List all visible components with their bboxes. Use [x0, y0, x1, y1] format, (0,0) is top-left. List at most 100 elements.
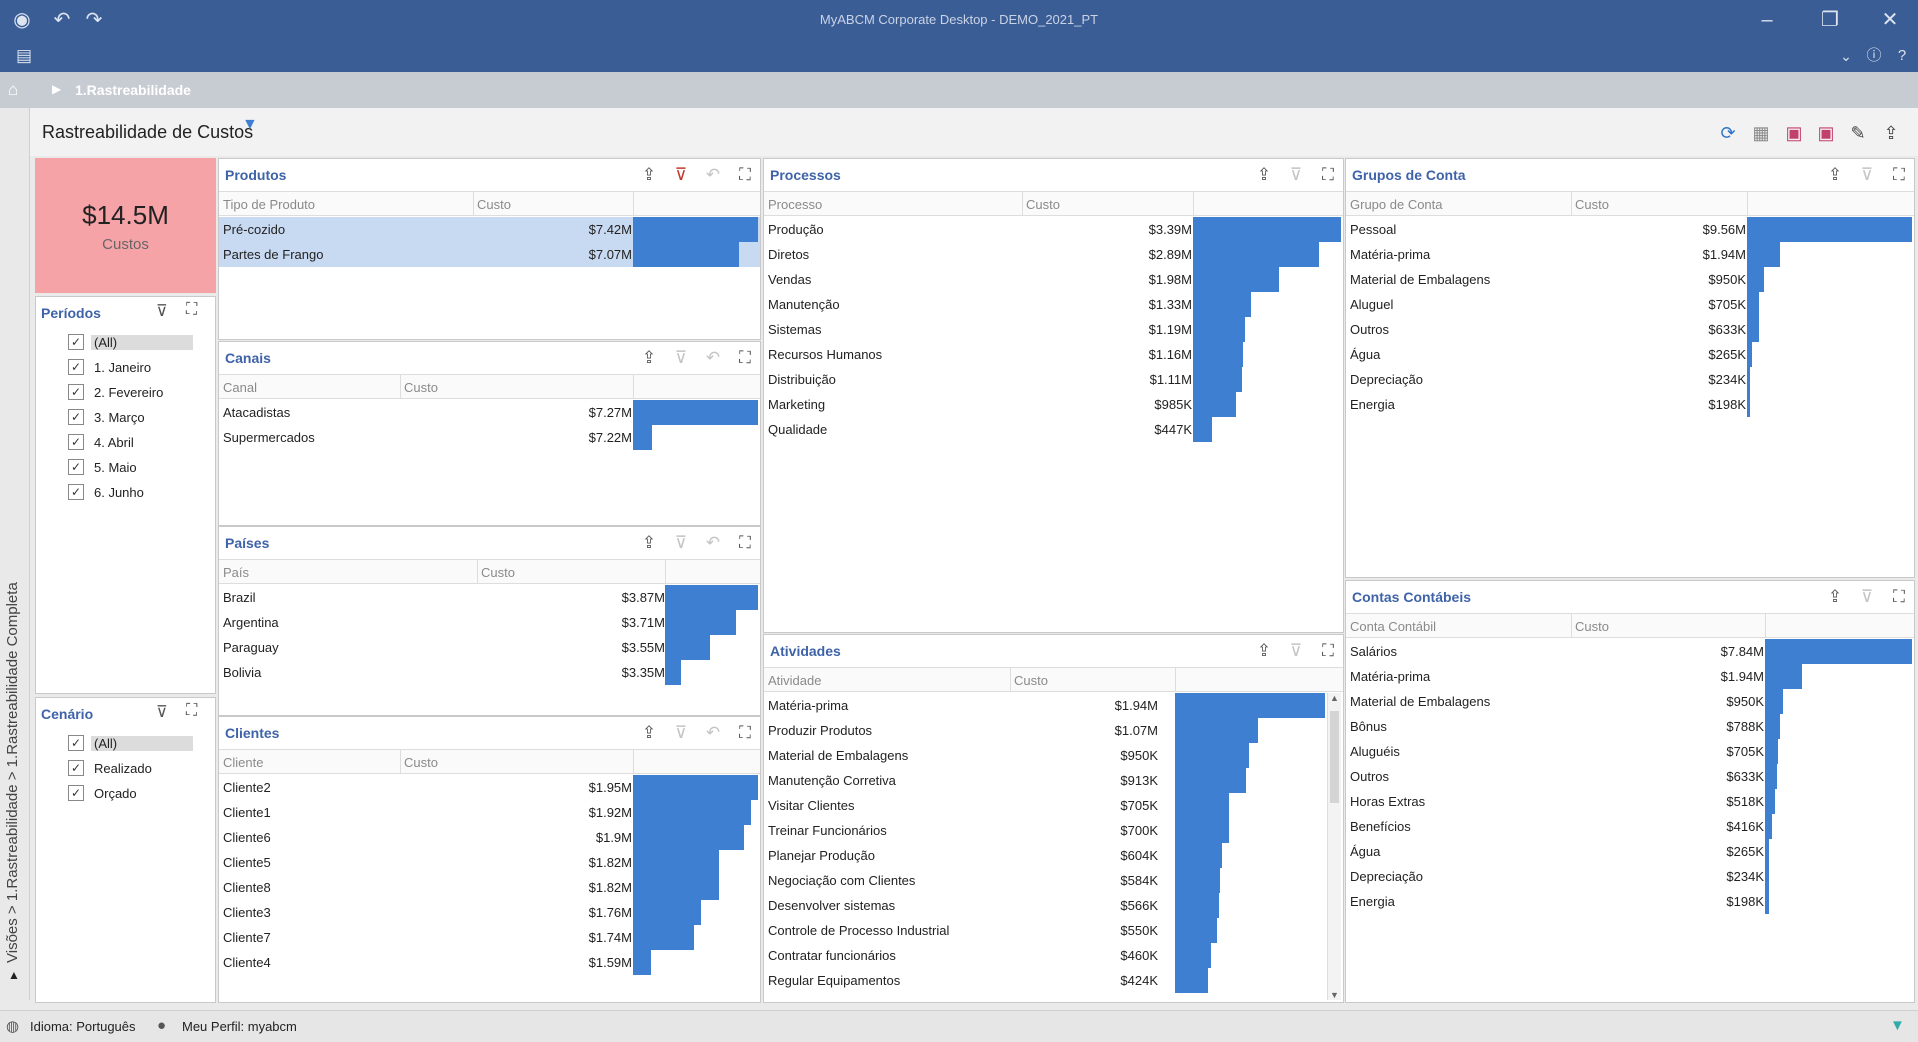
table-row[interactable]: Bolivia $3.35M — [219, 660, 760, 685]
table-row[interactable]: Supermercados $7.22M — [219, 425, 760, 450]
table-row[interactable]: Cliente6 $1.9M — [219, 825, 760, 850]
table-row[interactable]: Cliente5 $1.82M — [219, 850, 760, 875]
filter-option-label[interactable]: Realizado — [94, 761, 152, 776]
table-row[interactable]: Depreciação $234K — [1346, 864, 1914, 889]
help-icon[interactable]: ? — [1890, 44, 1914, 68]
export-icon[interactable]: ⇪ — [638, 722, 660, 744]
restore-icon[interactable]: ❐ — [1818, 8, 1842, 32]
export-icon[interactable]: ⇪ — [638, 347, 660, 369]
table-row[interactable]: Manutenção Corretiva $913K — [764, 768, 1327, 793]
table-row[interactable]: Vendas $1.98M — [764, 267, 1343, 292]
table-row[interactable]: Partes de Frango $7.07M — [219, 242, 760, 267]
column-header-name[interactable]: Cliente — [223, 755, 263, 770]
breadcrumb-item[interactable]: 1.Rastreabilidade — [75, 82, 191, 98]
maximize-icon[interactable]: ⛶ — [734, 722, 756, 744]
filter-option-label[interactable]: 4. Abril — [94, 435, 134, 450]
export-icon[interactable]: ⇪ — [638, 532, 660, 554]
column-header-cost[interactable]: Custo — [404, 755, 438, 770]
maximize-icon[interactable]: ⛶ — [186, 702, 197, 720]
maximize-icon[interactable]: ⛶ — [734, 532, 756, 554]
export-icon[interactable]: ⇪ — [1253, 640, 1275, 662]
clear-filter-icon[interactable]: ⊽ — [670, 347, 692, 369]
column-header-cost[interactable]: Custo — [1026, 197, 1060, 212]
clear-filter-icon[interactable]: ⊽ — [670, 532, 692, 554]
profile-status[interactable]: Meu Perfil: myabcm — [182, 1019, 297, 1034]
filter-option-label[interactable]: 2. Fevereiro — [94, 385, 163, 400]
column-header-cost[interactable]: Custo — [404, 380, 438, 395]
table-row[interactable]: Cliente3 $1.76M — [219, 900, 760, 925]
clear-filter-icon[interactable]: ⊽ — [156, 301, 168, 321]
table-row[interactable]: Matéria-prima $1.94M — [1346, 242, 1914, 267]
table-row[interactable]: Cliente7 $1.74M — [219, 925, 760, 950]
table-row[interactable]: Bônus $788K — [1346, 714, 1914, 739]
save-icon[interactable]: ▣ — [1783, 122, 1805, 144]
filter-option-label[interactable]: 3. Março — [94, 410, 145, 425]
table-row[interactable]: Paraguay $3.55M — [219, 635, 760, 660]
undo-icon[interactable]: ↶ — [702, 722, 724, 744]
table-row[interactable]: Planejar Produção $604K — [764, 843, 1327, 868]
table-row[interactable]: Atacadistas $7.27M — [219, 400, 760, 425]
table-row[interactable]: Brazil $3.87M — [219, 585, 760, 610]
table-row[interactable]: Cliente1 $1.92M — [219, 800, 760, 825]
table-row[interactable]: Marketing $985K — [764, 392, 1343, 417]
minimize-icon[interactable]: – — [1755, 8, 1779, 32]
home-icon[interactable]: ⌂ — [8, 80, 18, 100]
layout-menu-icon[interactable]: ▤ — [12, 44, 36, 68]
table-row[interactable]: Argentina $3.71M — [219, 610, 760, 635]
checkbox[interactable]: ✓ — [68, 484, 84, 500]
undo-icon[interactable]: ↶ — [702, 347, 724, 369]
export-icon[interactable]: ⇪ — [1824, 164, 1846, 186]
table-row[interactable]: Produzir Produtos $1.07M — [764, 718, 1327, 743]
maximize-icon[interactable]: ⛶ — [734, 164, 756, 186]
table-row[interactable]: Recursos Humanos $1.16M — [764, 342, 1343, 367]
table-row[interactable]: Material de Embalagens $950K — [764, 743, 1327, 768]
side-path-label[interactable]: Visões > 1.Rastreabilidade > 1.Rastreabi… — [4, 582, 21, 963]
table-row[interactable]: Distribuição $1.11M — [764, 367, 1343, 392]
filter-option-label[interactable]: (All) — [91, 736, 193, 751]
close-icon[interactable]: ✕ — [1878, 8, 1902, 32]
table-row[interactable]: Pré-cozido $7.42M — [219, 217, 760, 242]
table-row[interactable]: Cliente4 $1.59M — [219, 950, 760, 975]
column-header-cost[interactable]: Custo — [1575, 619, 1609, 634]
scrollbar-thumb[interactable] — [1330, 711, 1339, 803]
grid-icon[interactable]: ▦ — [1750, 122, 1772, 144]
clear-filter-icon[interactable]: ⊽ — [1285, 164, 1307, 186]
maximize-icon[interactable]: ⛶ — [1317, 164, 1339, 186]
table-row[interactable]: Matéria-prima $1.94M — [1346, 664, 1914, 689]
checkbox[interactable]: ✓ — [68, 434, 84, 450]
column-header-cost[interactable]: Custo — [481, 565, 515, 580]
table-row[interactable]: Cliente8 $1.82M — [219, 875, 760, 900]
table-row[interactable]: Qualidade $447K — [764, 417, 1343, 442]
scrollbar[interactable]: ▲ ▼ — [1327, 693, 1341, 1000]
clear-filter-icon[interactable]: ⊽ — [670, 164, 692, 186]
checkbox[interactable]: ✓ — [68, 785, 84, 801]
table-row[interactable]: Salários $7.84M — [1346, 639, 1914, 664]
refresh-icon[interactable]: ⟳ — [1717, 122, 1739, 144]
filter-icon[interactable]: ▼ — [242, 116, 258, 134]
column-header-name[interactable]: Tipo de Produto — [223, 197, 315, 212]
table-row[interactable]: Pessoal $9.56M — [1346, 217, 1914, 242]
table-row[interactable]: Controle de Processo Industrial $550K — [764, 918, 1327, 943]
table-row[interactable]: Aluguéis $705K — [1346, 739, 1914, 764]
table-row[interactable]: Outros $633K — [1346, 764, 1914, 789]
checkbox[interactable]: ✓ — [68, 409, 84, 425]
info-icon[interactable]: ⓘ — [1862, 44, 1886, 68]
table-row[interactable]: Desenvolver sistemas $566K — [764, 893, 1327, 918]
checkbox[interactable]: ✓ — [68, 384, 84, 400]
table-row[interactable]: Água $265K — [1346, 839, 1914, 864]
table-row[interactable]: Horas Extras $518K — [1346, 789, 1914, 814]
undo-icon[interactable]: ↶ — [702, 532, 724, 554]
table-row[interactable]: Material de Embalagens $950K — [1346, 689, 1914, 714]
table-row[interactable]: Aluguel $705K — [1346, 292, 1914, 317]
clear-filter-icon[interactable]: ⊽ — [1856, 586, 1878, 608]
table-row[interactable]: Regular Equipamentos $424K — [764, 968, 1327, 993]
clear-filter-icon[interactable]: ⊽ — [156, 702, 168, 722]
column-header-name[interactable]: Atividade — [768, 673, 821, 688]
filter-option-label[interactable]: 6. Junho — [94, 485, 144, 500]
table-row[interactable]: Manutenção $1.33M — [764, 292, 1343, 317]
filter-option-label[interactable]: (All) — [91, 335, 193, 350]
table-row[interactable]: Energia $198K — [1346, 889, 1914, 914]
table-row[interactable]: Energia $198K — [1346, 392, 1914, 417]
maximize-icon[interactable]: ⛶ — [1888, 586, 1910, 608]
filter-option-label[interactable]: Orçado — [94, 786, 137, 801]
